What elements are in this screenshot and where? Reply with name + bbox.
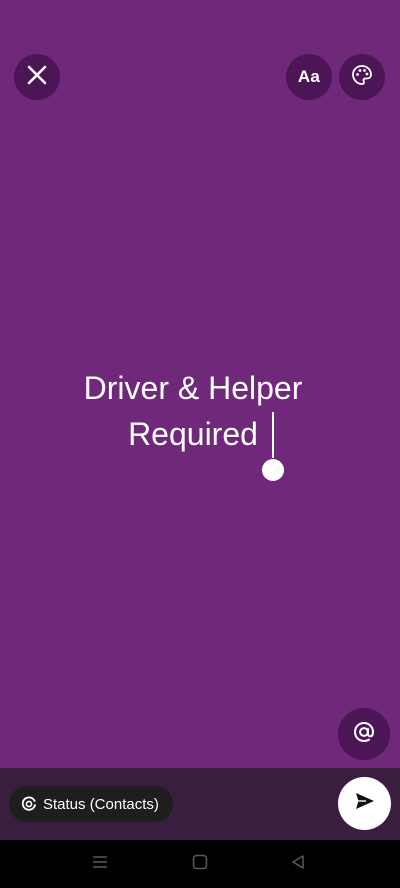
color-palette-button[interactable] xyxy=(339,54,385,100)
at-icon xyxy=(351,719,377,750)
back-button[interactable] xyxy=(286,852,310,876)
send-button[interactable] xyxy=(338,777,391,830)
close-button[interactable] xyxy=(14,54,60,100)
menu-icon xyxy=(92,855,108,874)
status-ring-icon xyxy=(21,796,37,812)
audience-selector[interactable]: Status (Contacts) xyxy=(9,786,173,822)
close-icon xyxy=(27,65,47,90)
system-navigation-bar xyxy=(0,840,400,888)
home-button[interactable] xyxy=(188,852,212,876)
text-cursor xyxy=(272,412,274,458)
font-style-button[interactable]: Aa xyxy=(286,54,332,100)
status-text-content[interactable]: Driver & Helper Required xyxy=(0,365,386,457)
audience-label: Status (Contacts) xyxy=(43,795,159,813)
font-style-label: Aa xyxy=(297,67,321,86)
home-square-icon xyxy=(192,854,208,875)
send-icon xyxy=(353,789,377,818)
recent-apps-button[interactable] xyxy=(88,852,112,876)
palette-icon xyxy=(350,63,374,92)
mention-button[interactable] xyxy=(338,708,390,760)
cursor-handle[interactable] xyxy=(262,459,284,481)
back-triangle-icon xyxy=(290,854,306,875)
